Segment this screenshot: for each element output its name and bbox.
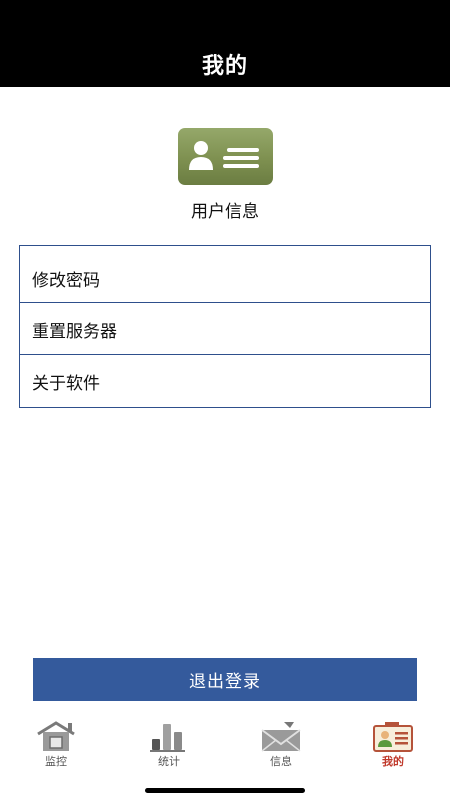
tab-label: 统计 — [158, 755, 180, 768]
header-bar: 我的 — [0, 0, 450, 87]
tab-statistics[interactable]: 统计 — [134, 718, 204, 770]
home-indicator — [145, 788, 305, 793]
bar-chart-icon — [150, 724, 185, 752]
tab-mine[interactable]: 我的 — [358, 718, 428, 770]
monitor-house-icon — [37, 721, 75, 751]
page-title: 我的 — [201, 54, 248, 79]
tab-messages[interactable]: 信息 — [246, 718, 316, 770]
tab-label: 监控 — [45, 755, 67, 768]
settings-menu: 修改密码 重置服务器 关于软件 — [19, 245, 431, 408]
menu-item-label: 关于软件 — [32, 373, 100, 394]
envelope-icon — [261, 722, 301, 752]
tab-label: 信息 — [270, 755, 292, 768]
user-info-label[interactable]: 用户信息 — [0, 197, 450, 222]
menu-item-label: 修改密码 — [32, 270, 100, 291]
menu-item-label: 重置服务器 — [32, 321, 117, 342]
menu-item-reset-server[interactable]: 重置服务器 — [20, 303, 430, 355]
profile-card-icon — [373, 722, 413, 752]
tab-monitor[interactable]: 监控 — [21, 718, 91, 770]
menu-item-about-software[interactable]: 关于软件 — [20, 355, 430, 407]
user-card-icon[interactable] — [178, 128, 273, 185]
menu-item-change-password[interactable]: 修改密码 — [20, 253, 430, 303]
bottom-tab-bar: 监控 统计 信息 我的 — [0, 718, 450, 778]
logout-button[interactable]: 退出登录 — [33, 658, 417, 701]
tab-label: 我的 — [382, 755, 404, 768]
